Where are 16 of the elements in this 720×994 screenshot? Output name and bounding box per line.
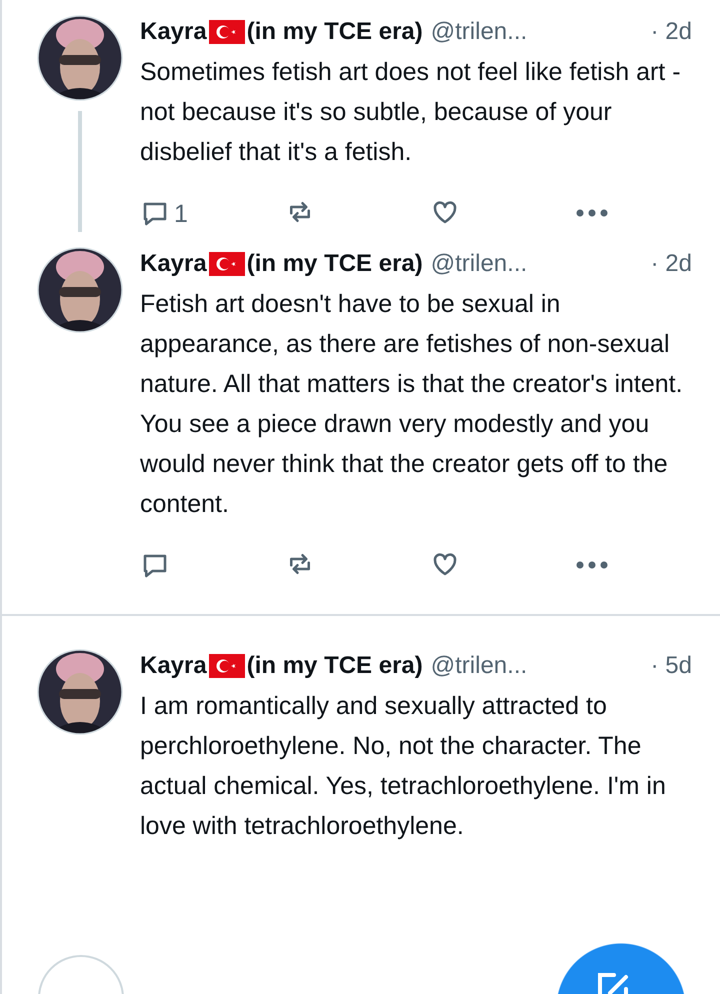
- author-name[interactable]: Kayra: [140, 646, 207, 686]
- author-name[interactable]: Kayra: [140, 12, 207, 52]
- post-time[interactable]: · 5d: [650, 646, 692, 686]
- post-text: Fetish art doesn't have to be sexual in appearance, as there are fetishes of non-sexual nature. All that matters is that the creator's intent. You see a piece drawn very modestly and you would never think that the creator gets off to the content.: [140, 289, 684, 520]
- post-text: Sometimes fetish art does not feel like fetish art - not because it's so subtle, because of your disbelief that it's a fetish.: [140, 57, 682, 168]
- post-time[interactable]: · 2d: [650, 244, 692, 284]
- author-handle[interactable]: @trilen...: [430, 12, 528, 52]
- post-time[interactable]: · 2d: [650, 12, 692, 52]
- author-handle[interactable]: @trilen...: [430, 646, 528, 686]
- reply-count: 1: [174, 200, 188, 228]
- post-text: I am romantically and sexually attracted to perchloroethylene. No, not the character. The actual chemical. Yes, tetrachloroethylene. I'm in love with tetrachloroethylene.: [140, 691, 667, 842]
- author-name-suffix[interactable]: (in my TCE era): [246, 244, 423, 284]
- author-name-suffix[interactable]: (in my TCE era): [246, 646, 423, 686]
- author-name[interactable]: Kayra: [140, 244, 207, 284]
- author-handle[interactable]: @trilen...: [430, 244, 528, 284]
- author-name-suffix[interactable]: (in my TCE era): [246, 12, 423, 52]
